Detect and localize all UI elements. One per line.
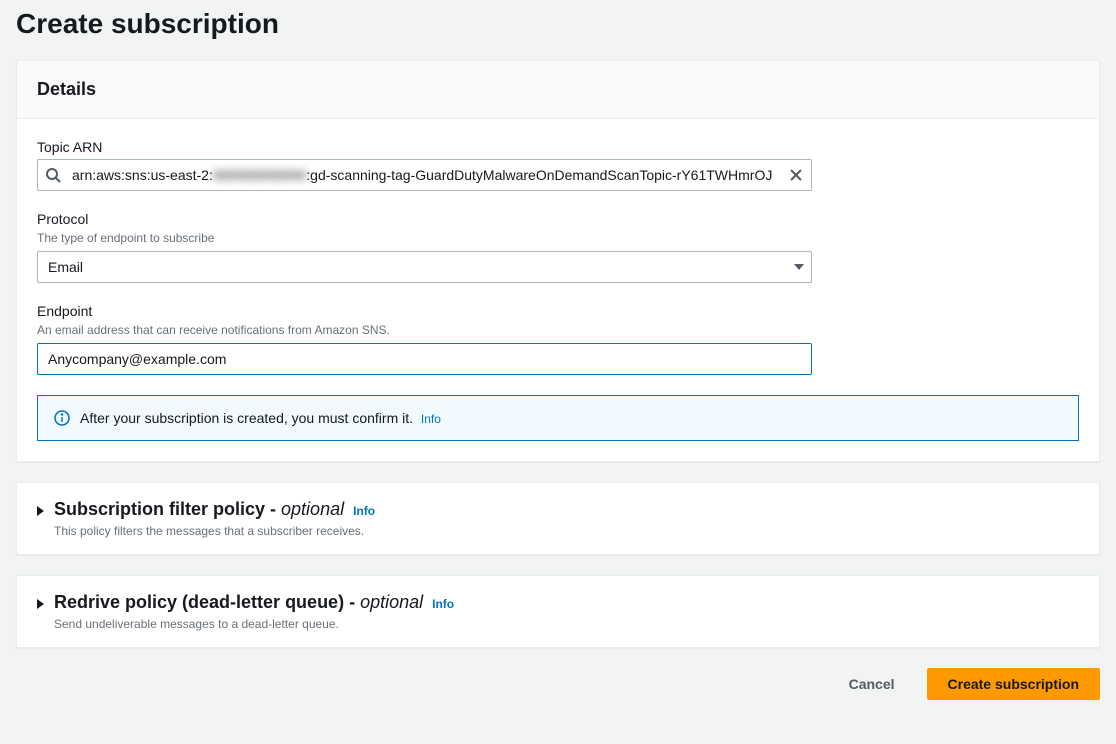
search-icon [45, 167, 61, 183]
redrive-policy-optional: optional [360, 592, 423, 612]
info-icon [54, 410, 70, 426]
filter-policy-title[interactable]: Subscription filter policy - optional In… [54, 499, 375, 520]
cancel-button[interactable]: Cancel [829, 668, 915, 700]
redrive-policy-info-link[interactable]: Info [432, 597, 454, 611]
protocol-label: Protocol [37, 211, 812, 227]
topic-arn-prefix: arn:aws:sns:us-east-2: [72, 167, 213, 183]
topic-arn-label: Topic ARN [37, 139, 812, 155]
redrive-policy-title-main: Redrive policy (dead-letter queue) - [54, 592, 360, 612]
endpoint-label: Endpoint [37, 303, 812, 319]
close-icon[interactable] [788, 167, 804, 183]
caret-right-icon[interactable] [37, 506, 44, 516]
action-bar: Cancel Create subscription [16, 668, 1100, 700]
confirm-subscription-info: After your subscription is created, you … [37, 395, 1079, 441]
filter-policy-title-main: Subscription filter policy - [54, 499, 281, 519]
create-subscription-button[interactable]: Create subscription [927, 668, 1100, 700]
endpoint-input[interactable] [37, 343, 812, 375]
topic-arn-group: Topic ARN arn:aws:sns:us-east-2:00000000… [37, 139, 812, 191]
protocol-hint: The type of endpoint to subscribe [37, 231, 812, 245]
caret-right-icon[interactable] [37, 599, 44, 609]
confirm-info-link[interactable]: Info [421, 412, 441, 426]
details-heading: Details [37, 79, 1079, 100]
endpoint-group: Endpoint An email address that can recei… [37, 303, 812, 375]
topic-arn-input[interactable]: arn:aws:sns:us-east-2:000000000000:gd-sc… [37, 159, 812, 191]
protocol-group: Protocol The type of endpoint to subscri… [37, 211, 812, 283]
protocol-select[interactable]: Email [37, 251, 812, 283]
topic-arn-redacted: 000000000000 [213, 167, 306, 183]
details-header: Details [17, 61, 1099, 119]
filter-policy-optional: optional [281, 499, 344, 519]
page-title: Create subscription [16, 0, 1100, 60]
filter-policy-info-link[interactable]: Info [353, 504, 375, 518]
redrive-policy-panel: Redrive policy (dead-letter queue) - opt… [16, 575, 1100, 648]
details-panel: Details Topic ARN arn:aws:sns:us-east-2:… [16, 60, 1100, 462]
filter-policy-desc: This policy filters the messages that a … [54, 524, 375, 538]
chevron-down-icon [794, 264, 804, 270]
endpoint-hint: An email address that can receive notifi… [37, 323, 812, 337]
redrive-policy-title[interactable]: Redrive policy (dead-letter queue) - opt… [54, 592, 454, 613]
protocol-value: Email [48, 259, 83, 275]
filter-policy-panel: Subscription filter policy - optional In… [16, 482, 1100, 555]
topic-arn-suffix: :gd-scanning-tag-GuardDutyMalwareOnDeman… [306, 167, 772, 183]
redrive-policy-desc: Send undeliverable messages to a dead-le… [54, 617, 454, 631]
confirm-info-text: After your subscription is created, you … [80, 410, 413, 426]
